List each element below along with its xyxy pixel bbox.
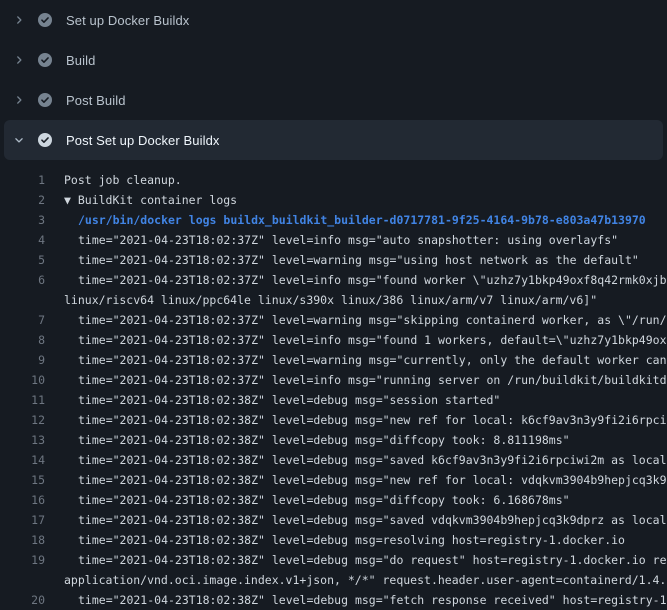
line-number[interactable]: 17: [0, 510, 45, 530]
log-line: 12 time="2021-04-23T18:02:38Z" level=deb…: [0, 410, 667, 430]
log-line: 8 time="2021-04-23T18:02:37Z" level=info…: [0, 330, 667, 350]
line-number[interactable]: 16: [0, 490, 45, 510]
line-number[interactable]: 10: [0, 370, 45, 390]
step-row-set-up-docker-buildx[interactable]: Set up Docker Buildx: [4, 0, 663, 40]
line-number[interactable]: 18: [0, 530, 45, 550]
log-line: 18 time="2021-04-23T18:02:38Z" level=deb…: [0, 530, 667, 550]
check-circle-icon: [38, 53, 52, 67]
line-number[interactable]: 14: [0, 450, 45, 470]
log-text: time="2021-04-23T18:02:38Z" level=debug …: [45, 390, 500, 410]
log-line-continuation: application/vnd.oci.image.index.v1+json,…: [0, 570, 667, 590]
log-line: 10 time="2021-04-23T18:02:37Z" level=inf…: [0, 370, 667, 390]
log-line: 17 time="2021-04-23T18:02:38Z" level=deb…: [0, 510, 667, 530]
log-line: 7 time="2021-04-23T18:02:37Z" level=warn…: [0, 310, 667, 330]
check-circle-icon: [38, 93, 52, 107]
chevron-down-icon: [13, 134, 25, 146]
log-text: time="2021-04-23T18:02:38Z" level=debug …: [45, 510, 667, 530]
line-number[interactable]: 11: [0, 390, 45, 410]
line-number[interactable]: 9: [0, 350, 45, 370]
log-text: time="2021-04-23T18:02:38Z" level=debug …: [45, 470, 667, 490]
log-line: 11 time="2021-04-23T18:02:38Z" level=deb…: [0, 390, 667, 410]
log-line: 13 time="2021-04-23T18:02:38Z" level=deb…: [0, 430, 667, 450]
log-text: time="2021-04-23T18:02:38Z" level=debug …: [45, 490, 570, 510]
log-text: time="2021-04-23T18:02:37Z" level=info m…: [45, 270, 667, 290]
log-text: time="2021-04-23T18:02:38Z" level=debug …: [45, 590, 667, 610]
line-number[interactable]: 7: [0, 310, 45, 330]
log-text: time="2021-04-23T18:02:37Z" level=warnin…: [45, 310, 667, 330]
chevron-right-icon: [13, 14, 25, 26]
log-line-command: 3 /usr/bin/docker logs buildx_buildkit_b…: [0, 210, 667, 230]
log-panel: 1 Post job cleanup. 2 ▼ BuildKit contain…: [0, 160, 667, 610]
line-number[interactable]: 8: [0, 330, 45, 350]
chevron-right-icon: [13, 54, 25, 66]
line-number[interactable]: 6: [0, 270, 45, 290]
log-line: 19 time="2021-04-23T18:02:38Z" level=deb…: [0, 550, 667, 570]
log-text: linux/riscv64 linux/ppc64le linux/s390x …: [45, 290, 597, 310]
line-number[interactable]: 1: [0, 170, 45, 190]
log-text: time="2021-04-23T18:02:37Z" level=warnin…: [45, 350, 667, 370]
log-text: time="2021-04-23T18:02:38Z" level=debug …: [45, 410, 667, 430]
line-number[interactable]: 5: [0, 250, 45, 270]
check-circle-icon: [38, 13, 52, 27]
log-text: time="2021-04-23T18:02:37Z" level=info m…: [45, 230, 618, 250]
chevron-right-icon: [13, 94, 25, 106]
log-command-text: /usr/bin/docker logs buildx_buildkit_bui…: [45, 210, 646, 230]
log-line-continuation: linux/riscv64 linux/ppc64le linux/s390x …: [0, 290, 667, 310]
line-number[interactable]: 12: [0, 410, 45, 430]
log-line: 1 Post job cleanup.: [0, 170, 667, 190]
check-circle-icon: [38, 133, 52, 147]
step-label: Build: [66, 53, 95, 68]
step-row-post-build[interactable]: Post Build: [4, 80, 663, 120]
line-number: [0, 290, 45, 310]
steps-panel: Set up Docker Buildx Build Post Build Po…: [0, 0, 667, 160]
step-label: Set up Docker Buildx: [66, 13, 189, 28]
log-group-header[interactable]: 2 ▼ BuildKit container logs: [0, 190, 667, 210]
line-number[interactable]: 20: [0, 590, 45, 610]
line-number[interactable]: 19: [0, 550, 45, 570]
log-line: 20 time="2021-04-23T18:02:38Z" level=deb…: [0, 590, 667, 610]
log-text: time="2021-04-23T18:02:37Z" level=info m…: [45, 370, 667, 390]
line-number[interactable]: 15: [0, 470, 45, 490]
step-row-post-set-up-docker-buildx[interactable]: Post Set up Docker Buildx: [4, 120, 663, 160]
log-line: 6 time="2021-04-23T18:02:37Z" level=info…: [0, 270, 667, 290]
log-group-toggle-text[interactable]: ▼ BuildKit container logs: [45, 190, 237, 210]
line-number: [0, 570, 45, 590]
log-text: time="2021-04-23T18:02:37Z" level=warnin…: [45, 250, 639, 270]
log-line: 5 time="2021-04-23T18:02:37Z" level=warn…: [0, 250, 667, 270]
log-line: 9 time="2021-04-23T18:02:37Z" level=warn…: [0, 350, 667, 370]
step-label: Post Set up Docker Buildx: [66, 133, 220, 148]
line-number[interactable]: 4: [0, 230, 45, 250]
line-number[interactable]: 3: [0, 210, 45, 230]
log-text: Post job cleanup.: [45, 170, 182, 190]
step-row-build[interactable]: Build: [4, 40, 663, 80]
log-text: time="2021-04-23T18:02:37Z" level=info m…: [45, 330, 667, 350]
log-line: 15 time="2021-04-23T18:02:38Z" level=deb…: [0, 470, 667, 490]
log-line: 4 time="2021-04-23T18:02:37Z" level=info…: [0, 230, 667, 250]
line-number[interactable]: 13: [0, 430, 45, 450]
log-text: time="2021-04-23T18:02:38Z" level=debug …: [45, 450, 667, 470]
log-text: time="2021-04-23T18:02:38Z" level=debug …: [45, 550, 667, 570]
log-text: time="2021-04-23T18:02:38Z" level=debug …: [45, 430, 570, 450]
log-line: 16 time="2021-04-23T18:02:38Z" level=deb…: [0, 490, 667, 510]
step-label: Post Build: [66, 93, 126, 108]
line-number[interactable]: 2: [0, 190, 45, 210]
log-line: 14 time="2021-04-23T18:02:38Z" level=deb…: [0, 450, 667, 470]
log-text: application/vnd.oci.image.index.v1+json,…: [45, 570, 666, 590]
log-text: time="2021-04-23T18:02:38Z" level=debug …: [45, 530, 625, 550]
